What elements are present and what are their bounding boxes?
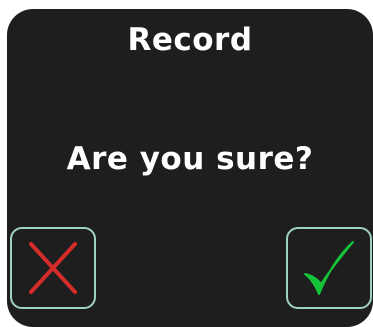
cancel-button[interactable] [10,227,96,309]
dialog-title: Record [127,22,253,58]
checkmark-icon [304,241,354,295]
dialog-message: Are you sure? [66,141,314,177]
confirm-dialog: Record Are you sure? [7,9,373,327]
confirm-button[interactable] [286,227,372,309]
x-icon [29,242,77,294]
